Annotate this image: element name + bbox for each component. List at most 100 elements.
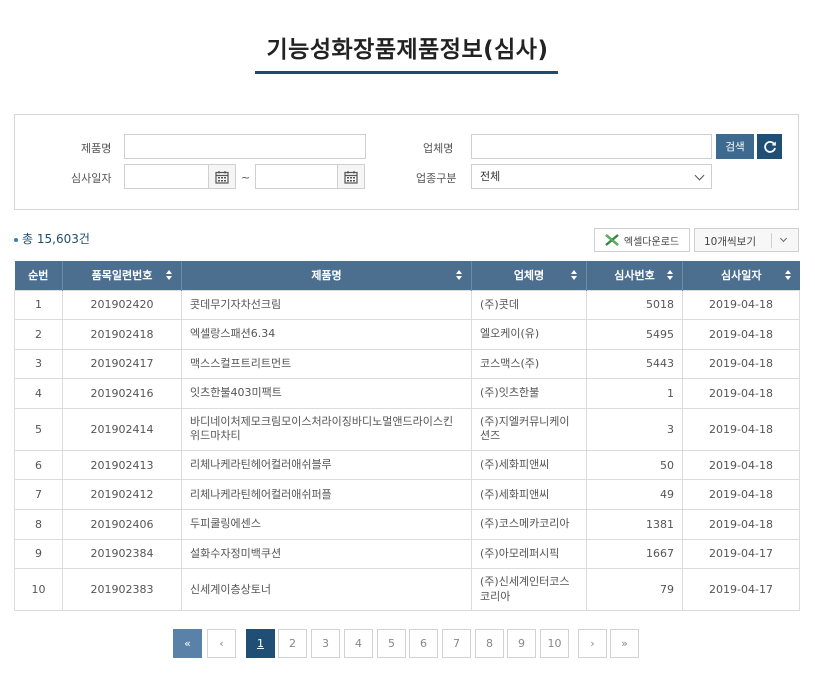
table-row: 3 201902417 맥스스컬프트리트먼트 코스맥스(주) 5443 2019… xyxy=(14,348,800,380)
last-page-button[interactable]: » xyxy=(610,629,639,658)
company-name-label: 업체명 xyxy=(423,142,454,155)
cell-company: (주)신세계인터코스코리아 xyxy=(471,568,587,612)
cell-serial: 201902383 xyxy=(62,568,182,612)
category-select-value: 전체 xyxy=(480,170,501,183)
cell-company: (주)코스메카코리아 xyxy=(471,509,587,540)
date-to-calendar-button[interactable] xyxy=(337,164,365,189)
cell-review-date: 2019-04-17 xyxy=(682,538,800,570)
cell-review-date: 2019-04-18 xyxy=(682,479,800,511)
first-page-button[interactable]: « xyxy=(173,629,202,658)
table-row: 9 201902384 설화수자정미백쿠션 (주)아모레퍼시픽 1667 201… xyxy=(14,538,800,570)
cell-review-date: 2019-04-18 xyxy=(682,289,800,321)
product-name-label: 제품명 xyxy=(81,142,112,155)
cell-serial: 201902414 xyxy=(62,407,182,451)
search-button[interactable]: 검색 xyxy=(716,134,754,159)
excel-download-label: 엑셀다운로드 xyxy=(623,236,680,248)
page-size-select[interactable]: 10개씩보기 xyxy=(694,228,799,252)
total-count-text: 총 15,603건 xyxy=(22,232,90,246)
page-button-6[interactable]: 6 xyxy=(409,629,438,658)
chevron-down-icon xyxy=(694,170,705,181)
cell-product-link[interactable]: 신세계이층상토너 xyxy=(181,568,472,612)
page-size-value: 10개씩보기 xyxy=(704,236,757,248)
column-header-product[interactable]: 제품명 xyxy=(181,261,472,290)
page-size-divider xyxy=(771,233,772,248)
sort-icon[interactable] xyxy=(166,270,172,281)
date-from-calendar-button[interactable] xyxy=(208,164,236,189)
column-header-review-date[interactable]: 심사일자 xyxy=(682,261,800,290)
sort-icon[interactable] xyxy=(667,270,673,281)
category-select[interactable]: 전체 xyxy=(471,164,712,189)
excel-icon xyxy=(605,234,619,246)
cell-company: (주)콧데 xyxy=(471,289,587,321)
cell-no: 7 xyxy=(14,479,63,511)
cell-serial: 201902406 xyxy=(62,509,182,540)
table-row: 1 201902420 콧데무기자차선크림 (주)콧데 5018 2019-04… xyxy=(14,289,800,321)
cell-company: (주)세화피앤씨 xyxy=(471,479,587,511)
cell-review-no: 3 xyxy=(586,407,683,451)
cell-serial: 201902417 xyxy=(62,348,182,380)
page-button-8[interactable]: 8 xyxy=(475,629,504,658)
cell-company: (주)세화피앤씨 xyxy=(471,449,587,481)
cell-product-link[interactable]: 잇츠한불403미팩트 xyxy=(181,378,472,409)
cell-review-date: 2019-04-18 xyxy=(682,378,800,409)
sort-icon[interactable] xyxy=(571,270,577,281)
cell-product-link[interactable]: 맥스스컬프트리트먼트 xyxy=(181,348,472,380)
cell-review-no: 1667 xyxy=(586,538,683,570)
page-button-4[interactable]: 4 xyxy=(344,629,373,658)
table-header-row: 순번 품목일련번호 제품명 업체명 심사번호 심사일자 xyxy=(14,261,800,290)
page-title: 기능성화장품제품정보(심사) xyxy=(266,37,549,63)
cell-review-date: 2019-04-17 xyxy=(682,568,800,612)
cell-no: 6 xyxy=(14,449,63,481)
sort-icon[interactable] xyxy=(784,270,791,281)
page-button-10[interactable]: 10 xyxy=(540,629,569,658)
cell-serial: 201902416 xyxy=(62,378,182,409)
column-header-serial[interactable]: 품목일련번호 xyxy=(62,261,182,290)
cell-product-link[interactable]: 콧데무기자차선크림 xyxy=(181,289,472,321)
page-button-3[interactable]: 3 xyxy=(311,629,340,658)
cell-product-link[interactable]: 두피쿨링에센스 xyxy=(181,509,472,540)
cell-company: (주)잇츠한불 xyxy=(471,378,587,409)
excel-download-button[interactable]: 엑셀다운로드 xyxy=(594,228,690,252)
cell-company: (주)지엘커뮤니케이션즈 xyxy=(471,407,587,451)
bullet-icon xyxy=(14,237,18,242)
cell-review-no: 49 xyxy=(586,479,683,511)
results-table: 순번 품목일련번호 제품명 업체명 심사번호 심사일자 1 201902420 … xyxy=(14,261,800,612)
prev-page-button[interactable]: ‹ xyxy=(207,629,236,658)
date-to-input[interactable] xyxy=(255,164,338,189)
next-page-button[interactable]: › xyxy=(578,629,607,658)
cell-product-link[interactable]: 리체나케라틴헤어컬러애쉬퍼플 xyxy=(181,479,472,511)
page-button-9[interactable]: 9 xyxy=(507,629,536,658)
date-from-input[interactable] xyxy=(124,164,210,189)
cell-no: 8 xyxy=(14,509,63,540)
table-row: 6 201902413 리체나케라틴헤어컬러애쉬블루 (주)세화피앤씨 50 2… xyxy=(14,449,800,481)
review-date-label: 심사일자 xyxy=(71,172,112,185)
cell-serial: 201902413 xyxy=(62,449,182,481)
cell-review-date: 2019-04-18 xyxy=(682,407,800,451)
cell-review-date: 2019-04-18 xyxy=(682,319,800,350)
company-name-input[interactable] xyxy=(471,134,712,159)
column-header-company[interactable]: 업체명 xyxy=(471,261,587,290)
page-button-7[interactable]: 7 xyxy=(442,629,471,658)
title-underline xyxy=(255,71,558,74)
chevron-down-icon xyxy=(779,234,788,243)
table-row: 10 201902383 신세계이층상토너 (주)신세계인터코스코리아 79 2… xyxy=(14,568,800,612)
page-button-5[interactable]: 5 xyxy=(377,629,406,658)
cell-product-link[interactable]: 바디네이처제모크림모이스처라이징바디노멀앤드라이스킨위드마차티 xyxy=(181,407,472,451)
total-count: 총 15,603건 xyxy=(14,230,90,247)
page-button-2[interactable]: 2 xyxy=(278,629,307,658)
table-row: 2 201902418 엑셀랑스패션6.34 엘오케이(유) 5495 2019… xyxy=(14,319,800,350)
sort-icon[interactable] xyxy=(456,270,462,281)
cell-company: 엘오케이(유) xyxy=(471,319,587,350)
cell-no: 2 xyxy=(14,319,63,350)
cell-product-link[interactable]: 리체나케라틴헤어컬러애쉬블루 xyxy=(181,449,472,481)
cell-review-date: 2019-04-18 xyxy=(682,449,800,481)
page-button-1[interactable]: 1 xyxy=(246,629,275,658)
product-name-input[interactable] xyxy=(124,134,366,159)
cell-review-no: 5495 xyxy=(586,319,683,350)
cell-no: 5 xyxy=(14,407,63,451)
category-label: 업종구분 xyxy=(416,172,457,185)
cell-product-link[interactable]: 엑셀랑스패션6.34 xyxy=(181,319,472,350)
cell-product-link[interactable]: 설화수자정미백쿠션 xyxy=(181,538,472,570)
column-header-review-no[interactable]: 심사번호 xyxy=(586,261,683,290)
refresh-button[interactable] xyxy=(757,134,782,159)
